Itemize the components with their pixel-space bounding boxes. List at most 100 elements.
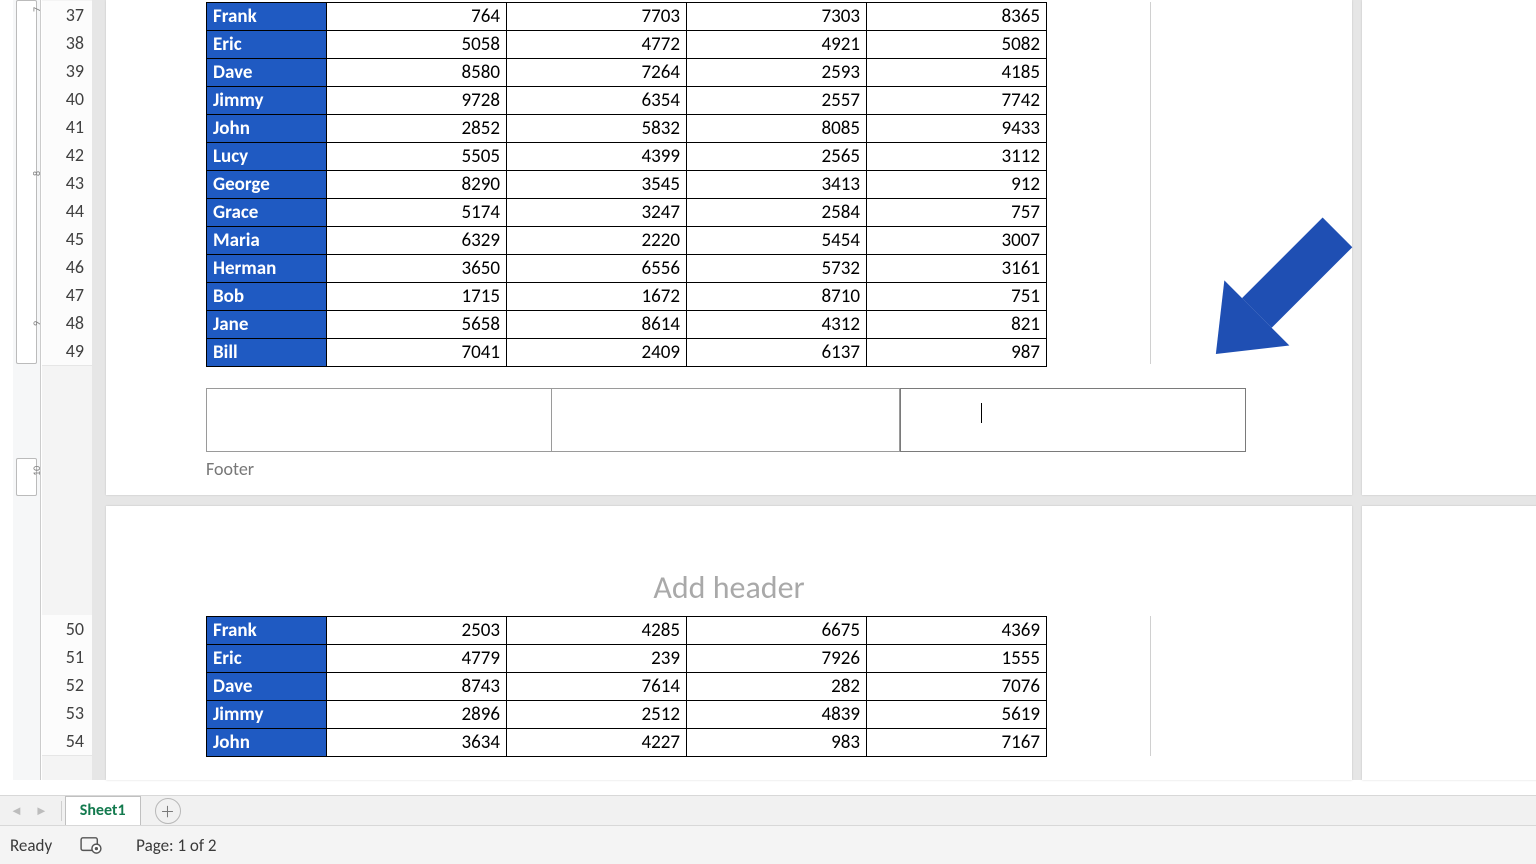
row-number[interactable]: 52 [42,671,92,700]
value-cell[interactable]: 9433 [867,115,1047,143]
table-row[interactable]: John363442279837167 [207,729,1047,757]
name-cell[interactable]: Lucy [207,143,327,171]
value-cell[interactable]: 7703 [507,3,687,31]
tab-next-icon[interactable]: ► [29,803,54,819]
value-cell[interactable]: 3650 [327,255,507,283]
value-cell[interactable]: 2565 [687,143,867,171]
page-2[interactable]: Add header Frank2503428566754369Eric4779… [106,506,1352,780]
add-header-placeholder[interactable]: Add header [106,568,1352,607]
data-table[interactable]: Frank2503428566754369Eric477923979261555… [206,616,1047,757]
value-cell[interactable]: 6137 [687,339,867,367]
table-row[interactable]: Bill704124096137987 [207,339,1047,367]
page-layout-canvas[interactable]: Frank764770373038365Eric5058477249215082… [92,0,1536,780]
table-row[interactable]: Grace517432472584757 [207,199,1047,227]
row-number[interactable]: 42 [42,141,92,170]
value-cell[interactable]: 8710 [687,283,867,311]
row-number[interactable]: 53 [42,699,92,728]
value-cell[interactable]: 2593 [687,59,867,87]
value-cell[interactable]: 5732 [687,255,867,283]
name-cell[interactable]: Frank [207,3,327,31]
row-number[interactable]: 48 [42,309,92,338]
value-cell[interactable]: 983 [687,729,867,757]
value-cell[interactable]: 3247 [507,199,687,227]
value-cell[interactable]: 821 [867,311,1047,339]
value-cell[interactable]: 8580 [327,59,507,87]
row-number[interactable]: 44 [42,197,92,226]
page-2-right[interactable] [1362,506,1536,780]
value-cell[interactable]: 3161 [867,255,1047,283]
name-cell[interactable]: George [207,171,327,199]
value-cell[interactable]: 751 [867,283,1047,311]
row-number[interactable]: 38 [42,29,92,58]
table-row[interactable]: Eric477923979261555 [207,645,1047,673]
value-cell[interactable]: 4399 [507,143,687,171]
value-cell[interactable]: 2896 [327,701,507,729]
row-number[interactable]: 49 [42,337,92,366]
row-number[interactable]: 46 [42,253,92,282]
value-cell[interactable]: 2512 [507,701,687,729]
value-cell[interactable]: 6329 [327,227,507,255]
value-cell[interactable]: 987 [867,339,1047,367]
name-cell[interactable]: Maria [207,227,327,255]
name-cell[interactable]: Dave [207,673,327,701]
value-cell[interactable]: 4312 [687,311,867,339]
name-cell[interactable]: Frank [207,617,327,645]
value-cell[interactable]: 8365 [867,3,1047,31]
value-cell[interactable]: 7076 [867,673,1047,701]
value-cell[interactable]: 7926 [687,645,867,673]
value-cell[interactable]: 6675 [687,617,867,645]
name-cell[interactable]: Dave [207,59,327,87]
page-1-right[interactable] [1362,0,1536,495]
tab-prev-icon[interactable]: ◄ [4,803,29,819]
value-cell[interactable]: 3112 [867,143,1047,171]
value-cell[interactable]: 2557 [687,87,867,115]
value-cell[interactable]: 4227 [507,729,687,757]
value-cell[interactable]: 4369 [867,617,1047,645]
row-number[interactable]: 39 [42,57,92,86]
page-1[interactable]: Frank764770373038365Eric5058477249215082… [106,0,1352,495]
name-cell[interactable]: Grace [207,199,327,227]
value-cell[interactable]: 282 [687,673,867,701]
value-cell[interactable]: 4921 [687,31,867,59]
value-cell[interactable]: 912 [867,171,1047,199]
value-cell[interactable]: 5454 [687,227,867,255]
value-cell[interactable]: 6556 [507,255,687,283]
value-cell[interactable]: 757 [867,199,1047,227]
name-cell[interactable]: John [207,115,327,143]
table-row[interactable]: Jimmy9728635425577742 [207,87,1047,115]
table-row[interactable]: Herman3650655657323161 [207,255,1047,283]
value-cell[interactable]: 4285 [507,617,687,645]
value-cell[interactable]: 2503 [327,617,507,645]
value-cell[interactable]: 3545 [507,171,687,199]
value-cell[interactable]: 8743 [327,673,507,701]
value-cell[interactable]: 4185 [867,59,1047,87]
value-cell[interactable]: 5058 [327,31,507,59]
value-cell[interactable]: 4772 [507,31,687,59]
value-cell[interactable]: 7303 [687,3,867,31]
value-cell[interactable]: 2852 [327,115,507,143]
table-row[interactable]: Bob171516728710751 [207,283,1047,311]
sheet-tab-active[interactable]: Sheet1 [65,796,141,826]
value-cell[interactable]: 8085 [687,115,867,143]
table-row[interactable]: Dave8580726425934185 [207,59,1047,87]
macro-record-icon[interactable] [80,836,102,854]
name-cell[interactable]: Jane [207,311,327,339]
value-cell[interactable]: 5505 [327,143,507,171]
table-row[interactable]: Frank2503428566754369 [207,617,1047,645]
value-cell[interactable]: 5658 [327,311,507,339]
name-cell[interactable]: Bob [207,283,327,311]
value-cell[interactable]: 3413 [687,171,867,199]
value-cell[interactable]: 2584 [687,199,867,227]
data-table[interactable]: Frank764770373038365Eric5058477249215082… [206,2,1047,367]
value-cell[interactable]: 4839 [687,701,867,729]
table-row[interactable]: Frank764770373038365 [207,3,1047,31]
name-cell[interactable]: Jimmy [207,701,327,729]
footer-left-section[interactable] [206,388,552,452]
name-cell[interactable]: Jimmy [207,87,327,115]
value-cell[interactable]: 764 [327,3,507,31]
value-cell[interactable]: 8290 [327,171,507,199]
row-number[interactable]: 40 [42,85,92,114]
row-number[interactable]: 41 [42,113,92,142]
value-cell[interactable]: 7167 [867,729,1047,757]
name-cell[interactable]: Bill [207,339,327,367]
